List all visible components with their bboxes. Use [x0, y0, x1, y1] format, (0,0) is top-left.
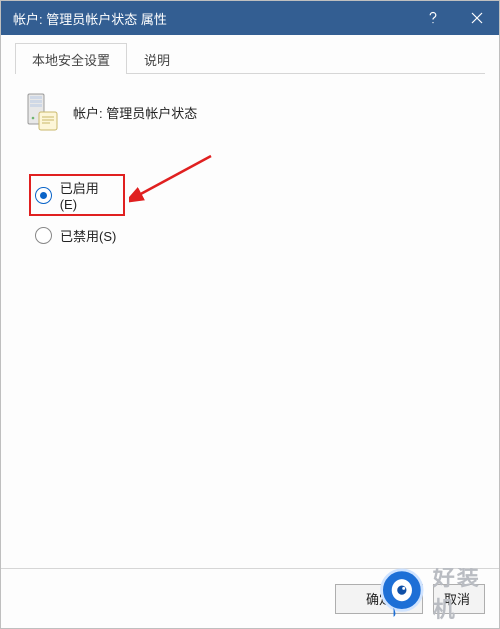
close-button[interactable] [455, 1, 499, 35]
close-icon [471, 12, 483, 24]
policy-title: 帐户: 管理员帐户状态 [73, 103, 197, 122]
watermark: 好装机 [377, 568, 499, 624]
tab-strip: 本地安全设置 说明 [15, 45, 485, 74]
tab-local-security-settings[interactable]: 本地安全设置 [15, 43, 127, 74]
watermark-text: 好装机 [433, 568, 499, 624]
titlebar: 帐户: 管理员帐户状态 属性 [1, 1, 499, 35]
window-title: 帐户: 管理员帐户状态 属性 [13, 9, 411, 28]
properties-dialog: 帐户: 管理员帐户状态 属性 本地安全设置 说明 [0, 0, 500, 629]
tab-panel: 帐户: 管理员帐户状态 已启用(E) 已禁用(S) [15, 74, 485, 250]
watermark-bubble-icon [377, 568, 427, 619]
radio-enabled[interactable]: 已启用(E) [29, 174, 125, 216]
tab-label: 说明 [144, 53, 170, 68]
radio-enabled-button[interactable] [35, 187, 52, 204]
radio-disabled-label: 已禁用(S) [60, 226, 116, 245]
radio-enabled-label: 已启用(E) [60, 178, 115, 212]
tab-description[interactable]: 说明 [127, 43, 187, 74]
help-button[interactable] [411, 1, 455, 35]
radio-group: 已启用(E) 已禁用(S) [35, 174, 475, 250]
radio-disabled-button[interactable] [35, 227, 52, 244]
policy-header: 帐户: 管理员帐户状态 [25, 92, 475, 132]
watermark-clip: 好装机 [377, 568, 499, 628]
help-icon [426, 11, 440, 25]
radio-disabled[interactable]: 已禁用(S) [35, 220, 475, 250]
tab-label: 本地安全设置 [32, 53, 110, 68]
dialog-content: 本地安全设置 说明 帐户: 管理员帐户状态 [1, 35, 499, 568]
server-policy-icon [25, 92, 59, 132]
